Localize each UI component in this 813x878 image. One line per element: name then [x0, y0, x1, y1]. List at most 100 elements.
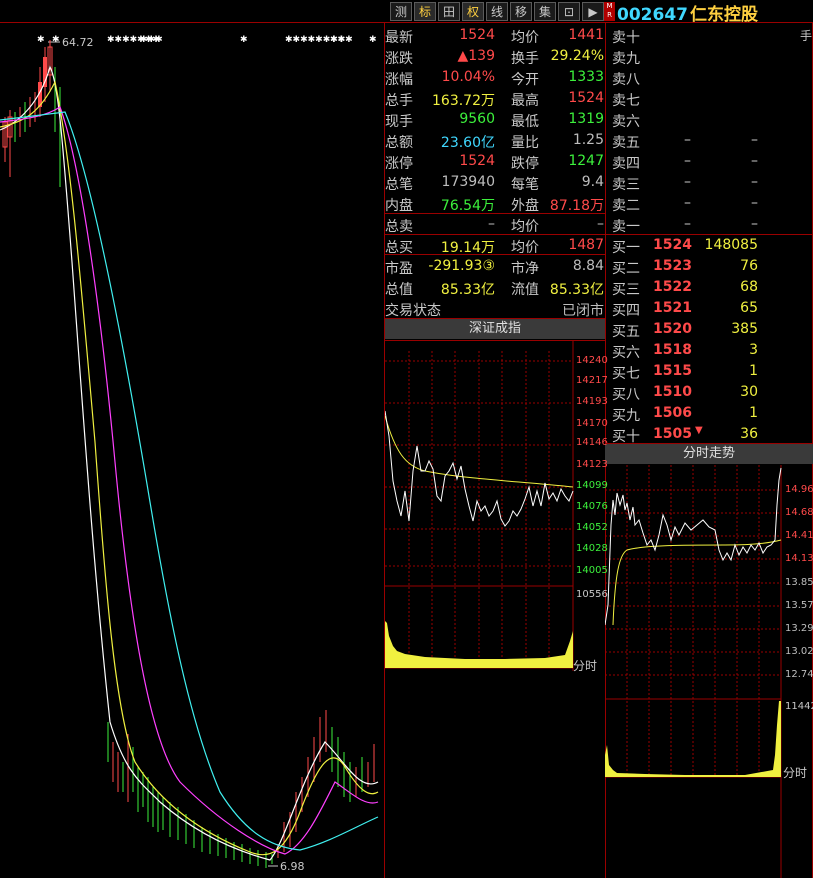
ma60-line [0, 111, 379, 851]
mr-tag[interactable]: M R [604, 2, 615, 21]
quote-value: – [597, 216, 604, 232]
toolbar-button-2[interactable]: 田 [438, 2, 460, 21]
index-price-tick: 14123 [576, 459, 608, 470]
ask-volume: – [751, 216, 758, 232]
quote-value: -291.93③ [428, 258, 495, 274]
order-book-sell-row[interactable]: 卖二 – – [612, 193, 813, 214]
intraday-chart[interactable] [605, 465, 813, 878]
kline-chart[interactable]: ✱ ✱ ✱✱✱✱✱✱✱✱✱✱ ✱ ✱✱✱✱✱✱✱✱✱✱✱ ✱ 64.72 6.9… [0, 22, 384, 878]
intraday-vol-tick: 11442 [785, 701, 813, 712]
quote-row: 涨停 1524 跌停 1247 [385, 151, 605, 172]
quote-label: 市盈 [385, 261, 413, 277]
svg-text:✱✱✱: ✱✱✱ [140, 35, 163, 45]
quote-value: 1319 [568, 111, 604, 127]
quote-label: 总手 [385, 93, 413, 109]
bid-volume: 65 [740, 300, 758, 316]
toolbar-button-5[interactable]: 移 [510, 2, 532, 21]
ask-volume: – [751, 195, 758, 211]
index-price-tick: 14076 [576, 501, 608, 512]
order-book-buy-row[interactable]: 买七 1515 1 [612, 361, 813, 382]
toolbar-button-0[interactable]: 测 [390, 2, 412, 21]
index-panel-divider [384, 340, 605, 341]
ask-price: – [684, 174, 691, 190]
quote-value: 173940 [441, 174, 495, 190]
ask-level-label: 卖九 [612, 51, 640, 67]
quote-row: 总值 85.33亿 流值 85.33亿 [385, 277, 605, 298]
quote-value: 1.25 [572, 132, 604, 148]
order-book-buy-row[interactable]: 买六 1518 3 [612, 340, 813, 361]
ask-price: – [684, 153, 691, 169]
quote-value: 76.54万 [440, 198, 495, 214]
quote-value: 29.24% [550, 48, 604, 64]
quote-row: 现手 9560 最低 1319 [385, 109, 605, 130]
order-book-sell-row[interactable]: 卖一 – – [612, 214, 813, 235]
quote-label: 总值 [385, 282, 413, 298]
order-book-sell-row[interactable]: 卖八 [612, 67, 813, 88]
toolbar-button-6[interactable]: 集 [534, 2, 556, 21]
ask-level-label: 卖三 [612, 177, 640, 193]
ask-level-label: 卖一 [612, 219, 640, 235]
quote-row: 总卖 – 均价 – [385, 214, 605, 235]
order-book-sell-row[interactable]: 卖三 – – [612, 172, 813, 193]
quote-label: 量比 [511, 135, 539, 151]
index-price-tick: 14170 [576, 418, 608, 429]
quote-value: 1524 [459, 153, 495, 169]
order-book-sell-row[interactable]: 卖四 – – [612, 151, 813, 172]
bid-volume: 30 [740, 384, 758, 400]
quote-label: 最高 [511, 93, 539, 109]
order-book-buy-row[interactable]: 买一 1524 148085 [612, 235, 813, 256]
bid-price: 1506 [653, 405, 692, 421]
order-book-buy-row[interactable]: 买八 1510 30 [612, 382, 813, 403]
toolbar-button-4[interactable]: 线 [486, 2, 508, 21]
bid-price: 1515 [653, 363, 692, 379]
bid-volume: 1 [749, 363, 758, 379]
quote-value: 85.33亿 [549, 282, 604, 298]
intraday-price-tick: 14.13 [785, 553, 813, 564]
quote-label: 涨停 [385, 156, 413, 172]
toolbar-button-8[interactable]: ▶ [582, 2, 604, 21]
kline-high-label: 64.72 [62, 36, 94, 49]
ma5-line [0, 65, 379, 861]
intraday-price-tick: 14.96 [785, 484, 813, 495]
order-book-buy-row[interactable]: 买五 1520 385 [612, 319, 813, 340]
order-book-sell-row[interactable]: 卖五 – – [612, 130, 813, 151]
bid-volume: 36 [740, 426, 758, 442]
quote-label: 流值 [511, 282, 539, 298]
bid-level-label: 买二 [612, 261, 640, 277]
kline-low-label: 6.98 [280, 860, 305, 873]
bid-price: 1522 [653, 279, 692, 295]
order-book-buy-row[interactable]: 买四 1521 65 [612, 298, 813, 319]
quote-separator [385, 254, 605, 255]
order-book-buy-row[interactable]: 买十 1505 36 [612, 424, 813, 445]
bid-price: 1518 [653, 342, 692, 358]
intraday-panel-title[interactable]: 分时走势 [605, 444, 813, 464]
index-chart[interactable] [385, 341, 605, 671]
index-panel-title[interactable]: 深证成指 [385, 319, 605, 339]
ask-volume: – [751, 132, 758, 148]
bid-volume: 68 [740, 279, 758, 295]
order-book-buy-row[interactable]: 买三 1522 68 [612, 277, 813, 298]
quote-value: 8.84 [572, 258, 604, 274]
bid-volume: 76 [740, 258, 758, 274]
order-book-sell-row[interactable]: 卖十 [612, 25, 813, 46]
bid-level-label: 买七 [612, 366, 640, 382]
intraday-time-label[interactable]: 分时 [783, 764, 807, 781]
toolbar-button-1[interactable]: 标 [414, 2, 436, 21]
toolbar-button-7[interactable]: ⊡ [558, 2, 580, 21]
svg-text:✱: ✱ [37, 35, 45, 45]
order-book-buy-row[interactable]: 买九 1506 1 [612, 403, 813, 424]
order-book-sell-row[interactable]: 卖九 [612, 46, 813, 67]
svg-text:✱✱✱: ✱✱✱ [330, 35, 353, 45]
quote-label: 交易状态 [385, 303, 441, 319]
order-book-unit: 手 [800, 29, 813, 43]
order-book-sell-row[interactable]: 卖七 [612, 88, 813, 109]
ask-volume: – [751, 153, 758, 169]
toolbar-button-3[interactable]: 权 [462, 2, 484, 21]
index-time-label[interactable]: 分时 [573, 657, 597, 674]
quote-row: 内盘 76.54万 外盘 87.18万 [385, 193, 605, 214]
order-book-sell-row[interactable]: 卖六 [612, 109, 813, 130]
chart-toolbar: 测标田权线移集 ⊡ ▶ [390, 2, 606, 22]
order-book-buy-row[interactable]: 买二 1523 76 [612, 256, 813, 277]
ask-level-label: 卖八 [612, 72, 640, 88]
quote-separator [385, 318, 605, 319]
